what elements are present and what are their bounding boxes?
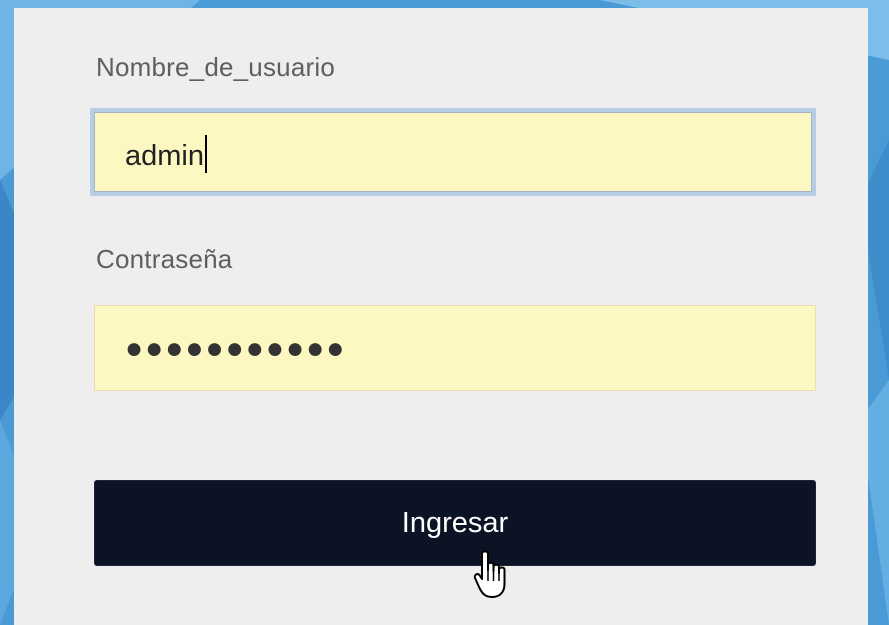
password-masked-value: ●●●●●●●●●●●: [125, 332, 347, 365]
password-input[interactable]: ●●●●●●●●●●●: [94, 305, 816, 391]
login-button[interactable]: Ingresar: [94, 480, 816, 566]
username-value-wrap: admin: [125, 135, 207, 173]
username-value: admin: [125, 140, 204, 172]
hand-pointer-icon: [473, 548, 513, 600]
login-panel: Nombre_de_usuario admin Contraseña ●●●●●…: [14, 8, 868, 625]
login-button-label: Ingresar: [401, 507, 509, 539]
password-label: Contraseña: [96, 244, 233, 274]
username-input-box[interactable]: admin: [94, 112, 812, 192]
username-label: Nombre_de_usuario: [96, 52, 335, 82]
text-caret: [205, 135, 207, 173]
username-input[interactable]: admin: [90, 108, 816, 196]
